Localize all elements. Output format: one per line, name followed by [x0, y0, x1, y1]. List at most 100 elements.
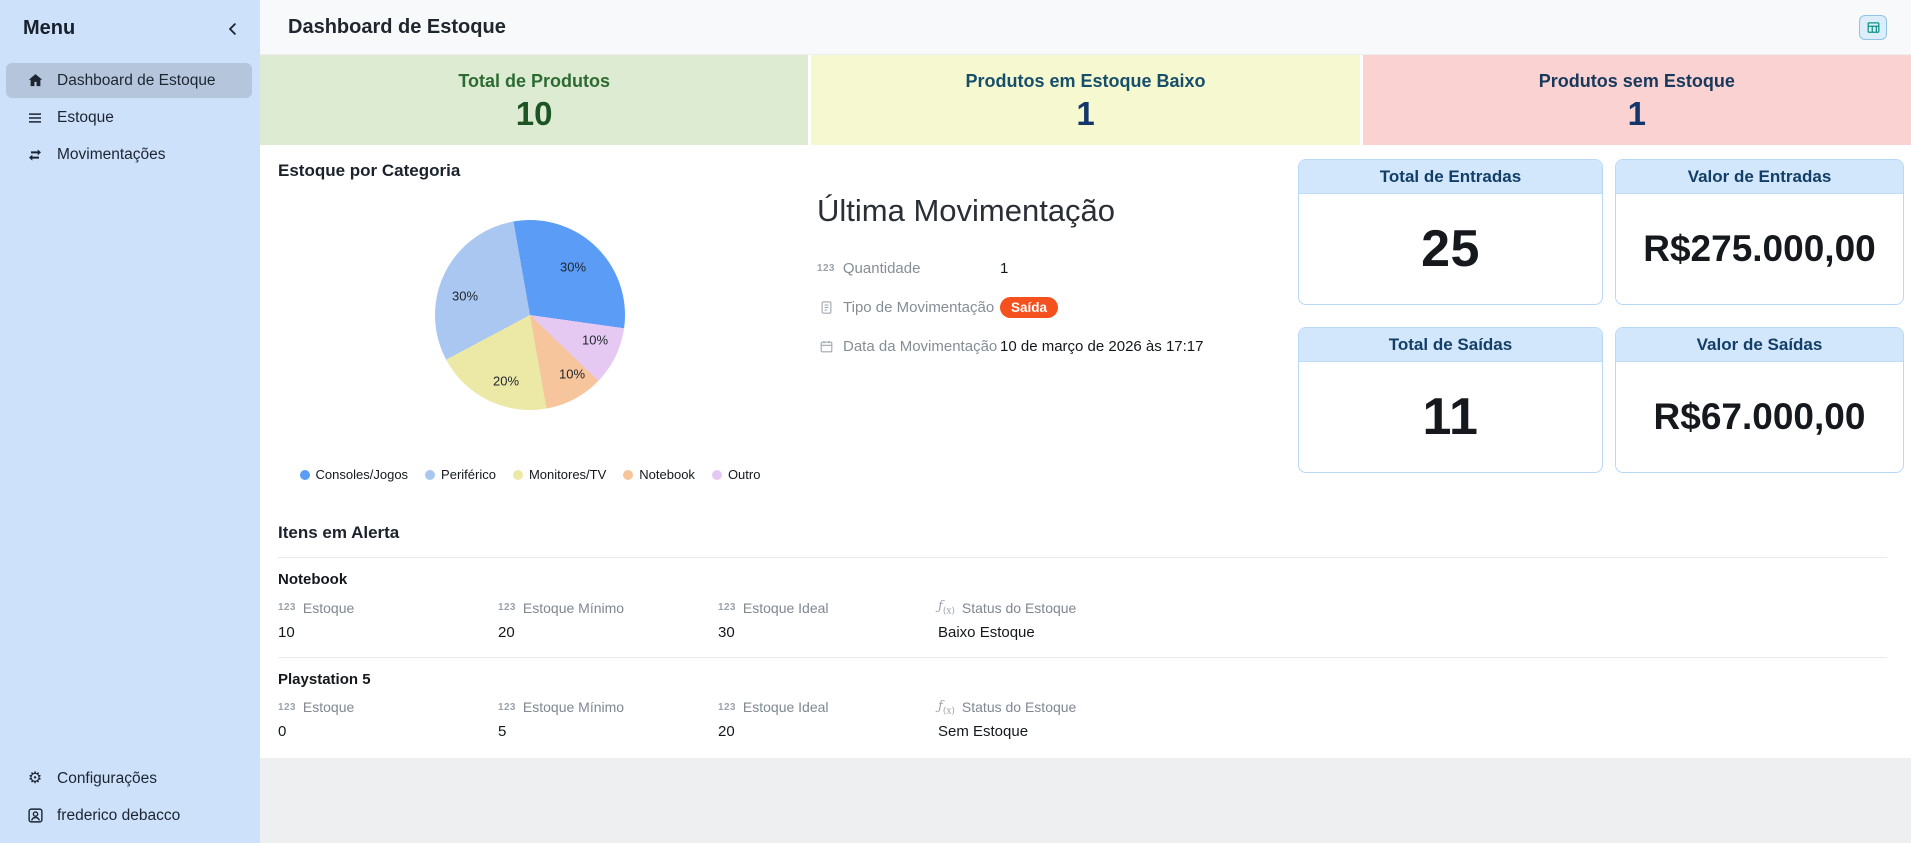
movement-field-tipo: Tipo de Movimentação Saída	[817, 296, 1298, 319]
pie-legend: Consoles/Jogos Periférico Monitores/TV	[260, 467, 800, 482]
stat-title: Produtos sem Estoque	[1539, 71, 1735, 92]
movement-field-quantidade: 123 Quantidade 1	[817, 257, 1298, 280]
alert-field-labels: 123 Estoque 123Estoque Mínimo 123Estoque …	[278, 599, 1887, 617]
field-value: Baixo Estoque	[938, 624, 1887, 641]
sidebar-spacer	[0, 172, 260, 761]
alert-field-values: 10 20 30 Baixo Estoque	[278, 624, 1887, 641]
card-value: 25	[1421, 219, 1480, 279]
legend-item-monitores-tv[interactable]: Monitores/TV	[513, 467, 606, 482]
legend-dot	[712, 470, 722, 480]
function-icon: ƒ(x)	[938, 699, 955, 717]
sidebar-nav: Dashboard de Estoque Estoque Movimentaçõ…	[0, 53, 260, 172]
card-total-saidas: Total de Saídas 11	[1298, 327, 1603, 473]
legend-label: Outro	[728, 467, 761, 482]
field-label: 123Estoque Mínimo	[498, 599, 718, 617]
field-label: 123Estoque Mínimo	[498, 699, 718, 717]
sidebar-item-dashboard[interactable]: Dashboard de Estoque	[6, 63, 252, 98]
legend-label: Consoles/Jogos	[316, 467, 409, 482]
card-body: 25	[1299, 194, 1602, 304]
card-body: R$67.000,00	[1616, 362, 1903, 472]
pie-slice-label: 10%	[582, 333, 608, 348]
field-label-text: Estoque	[303, 699, 354, 715]
stats-row: Total de Produtos 10 Produtos em Estoque…	[260, 55, 1911, 145]
sidebar-header: Menu	[0, 0, 260, 53]
legend-item-consoles-jogos[interactable]: Consoles/Jogos	[300, 467, 409, 482]
card-value: R$275.000,00	[1643, 228, 1875, 270]
card-total-entradas: Total de Entradas 25	[1298, 159, 1603, 305]
table-grid-icon	[1864, 18, 1882, 36]
sidebar-item-configuracoes[interactable]: ⚙ Configurações	[6, 761, 252, 796]
card-valor-entradas: Valor de Entradas R$275.000,00	[1615, 159, 1904, 305]
field-value: 10	[278, 624, 498, 641]
alert-field-values: 0 5 20 Sem Estoque	[278, 723, 1887, 740]
card-value: R$67.000,00	[1654, 396, 1866, 438]
field-label: ƒ(x)Status do Estoque	[938, 599, 1887, 617]
user-icon	[26, 807, 44, 825]
legend-dot	[623, 470, 633, 480]
stat-value: 1	[1076, 97, 1094, 130]
alert-product-name: Playstation 5	[278, 671, 1887, 688]
stat-value: 1	[1628, 97, 1646, 130]
field-label: Data da Movimentação	[817, 338, 1000, 356]
collapse-sidebar-button[interactable]	[224, 20, 242, 38]
topbar: Dashboard de Estoque	[260, 0, 1911, 55]
legend-item-notebook[interactable]: Notebook	[623, 467, 695, 482]
alerts-section: Itens em Alerta Notebook 123 Estoque 123E…	[260, 523, 1911, 756]
main-area: Dashboard de Estoque Total de Produtos 1…	[260, 0, 1911, 843]
stat-card-estoque-baixo: Produtos em Estoque Baixo 1	[811, 55, 1359, 145]
card-title: Total de Saídas	[1299, 328, 1602, 362]
calendar-icon	[817, 338, 835, 356]
content-panel: Estoque por Categoria 30% 30% 20% 10% 10…	[260, 145, 1911, 758]
category-chart-section: Estoque por Categoria 30% 30% 20% 10% 10…	[260, 145, 800, 517]
legend-label: Notebook	[639, 467, 695, 482]
legend-dot	[300, 470, 310, 480]
legend-dot	[513, 470, 523, 480]
edit-layout-button[interactable]	[1859, 15, 1887, 40]
field-value: 1	[1000, 260, 1008, 277]
stat-title: Total de Produtos	[458, 71, 610, 92]
pie-chart[interactable]	[435, 220, 625, 410]
alert-item-playstation: Playstation 5 123Estoque 123Estoque Míni…	[278, 657, 1887, 757]
alerts-title: Itens em Alerta	[278, 523, 1887, 543]
legend-item-periferico[interactable]: Periférico	[425, 467, 496, 482]
stat-value: 10	[516, 97, 553, 130]
field-label-text: Tipo de Movimentação	[843, 299, 994, 316]
sidebar-item-user[interactable]: frederico debacco	[6, 798, 252, 833]
user-name-label: frederico debacco	[57, 807, 180, 825]
page-title: Dashboard de Estoque	[288, 16, 506, 39]
list-icon	[26, 109, 44, 127]
card-title: Valor de Entradas	[1616, 160, 1903, 194]
card-body: R$275.000,00	[1616, 194, 1903, 304]
sidebar-title: Menu	[23, 17, 75, 40]
sidebar-item-label: Estoque	[57, 109, 114, 127]
field-label: 123Estoque	[278, 699, 498, 717]
number-icon: 123	[278, 602, 296, 613]
stat-card-sem-estoque: Produtos sem Estoque 1	[1363, 55, 1911, 145]
card-body: 11	[1299, 362, 1602, 472]
field-label-text: Quantidade	[843, 260, 921, 277]
legend-label: Periférico	[441, 467, 496, 482]
field-value: 5	[498, 723, 718, 740]
card-value: 11	[1423, 387, 1479, 447]
alert-field-labels: 123Estoque 123Estoque Mínimo 123Estoque …	[278, 699, 1887, 717]
sidebar-item-movimentacoes[interactable]: Movimentações	[6, 137, 252, 172]
field-label: 123Estoque Ideal	[718, 599, 938, 617]
content-top-row: Estoque por Categoria 30% 30% 20% 10% 10…	[260, 145, 1911, 517]
card-title: Valor de Saídas	[1616, 328, 1903, 362]
last-movement-section: Última Movimentação 123 Quantidade 1	[800, 145, 1298, 517]
field-label: 123Estoque Ideal	[718, 699, 938, 717]
field-value: Sem Estoque	[938, 723, 1887, 740]
app-window: Menu Dashboard de Estoque Estoque	[0, 0, 1911, 843]
field-value: 20	[498, 624, 718, 641]
field-label-text: Status do Estoque	[962, 699, 1076, 715]
field-label: ƒ(x) Status do Estoque	[938, 699, 1887, 717]
document-icon	[817, 299, 835, 317]
field-label-text: Estoque	[303, 600, 354, 616]
alert-product-name: Notebook	[278, 571, 1887, 588]
sidebar-item-label: Configurações	[57, 770, 157, 788]
function-icon: ƒ(x)	[938, 599, 955, 617]
field-label: 123 Estoque	[278, 599, 498, 617]
legend-dot	[425, 470, 435, 480]
sidebar-item-estoque[interactable]: Estoque	[6, 100, 252, 135]
legend-item-outro[interactable]: Outro	[712, 467, 761, 482]
